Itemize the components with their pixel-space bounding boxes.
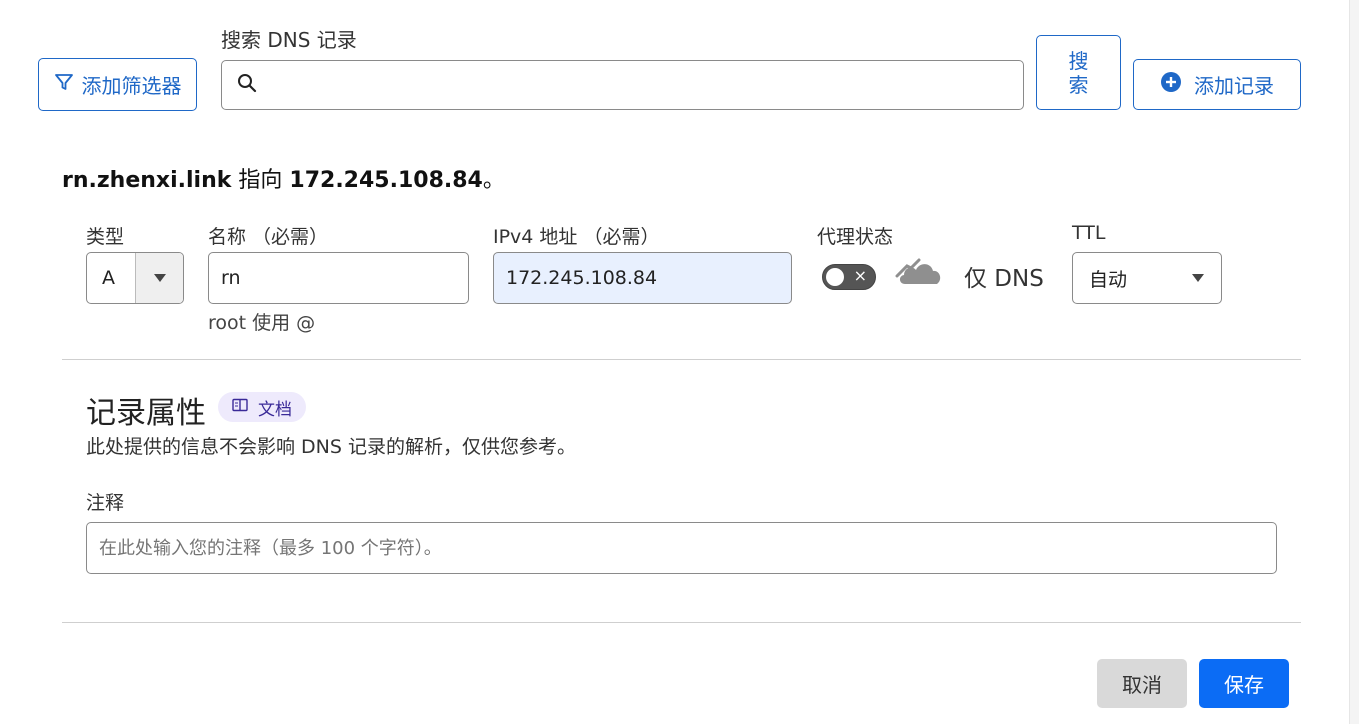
book-icon — [232, 397, 248, 417]
attributes-description: 此处提供的信息不会影响 DNS 记录的解析，仅供您参考。 — [86, 436, 576, 458]
docs-link[interactable]: 文档 — [218, 392, 306, 422]
record-summary-end: 。 — [482, 168, 505, 193]
add-filter-button[interactable]: 添加筛选器 — [38, 58, 197, 111]
proxy-toggle[interactable]: × — [822, 264, 876, 290]
comment-input[interactable] — [87, 537, 1276, 559]
docs-link-label: 文档 — [258, 399, 292, 420]
type-select[interactable]: A — [86, 252, 184, 304]
attributes-title: 记录属性 — [86, 396, 206, 431]
cloud-icon — [895, 254, 945, 292]
add-filter-label: 添加筛选器 — [81, 74, 182, 98]
search-button-label-bottom: 索 — [1068, 72, 1089, 97]
search-label: 搜索 DNS 记录 — [221, 28, 357, 52]
plus-circle-icon — [1160, 71, 1182, 98]
save-button[interactable]: 保存 — [1199, 659, 1289, 708]
type-dropdown-button[interactable] — [135, 253, 183, 303]
record-ip: 172.245.108.84 — [289, 168, 483, 193]
filter-icon — [54, 72, 74, 97]
caret-down-icon — [153, 274, 166, 282]
caret-down-icon — [1192, 274, 1204, 282]
divider-top — [62, 359, 1301, 360]
search-button-label-top: 搜 — [1068, 48, 1089, 73]
ttl-value: 自动 — [1089, 268, 1128, 291]
search-button[interactable]: 搜 索 — [1036, 35, 1121, 110]
ipv4-field[interactable] — [493, 252, 792, 304]
search-icon — [236, 72, 258, 98]
name-input[interactable] — [209, 267, 468, 289]
comment-label: 注释 — [86, 492, 125, 514]
toggle-knob — [826, 268, 844, 286]
type-value: A — [102, 267, 115, 289]
search-input[interactable] — [268, 74, 1023, 96]
record-name: rn.zhenxi.link — [62, 168, 232, 193]
ipv4-label: IPv4 地址 （必需） — [493, 226, 660, 248]
type-label: 类型 — [86, 226, 125, 248]
name-label: 名称 （必需） — [208, 226, 329, 248]
scrollbar[interactable] — [1349, 0, 1359, 724]
proxy-status-text: 仅 DNS — [964, 266, 1044, 292]
ipv4-input[interactable] — [494, 267, 791, 289]
ttl-label: TTL — [1072, 222, 1106, 244]
record-points-to: 指向 — [231, 168, 290, 193]
record-summary: rn.zhenxi.link 指向 172.245.108.84。 — [62, 162, 505, 194]
comment-field[interactable] — [86, 522, 1277, 574]
toggle-off-icon: × — [853, 266, 867, 285]
divider-bottom — [62, 622, 1301, 623]
cancel-button[interactable]: 取消 — [1097, 659, 1187, 708]
search-field[interactable] — [221, 60, 1024, 110]
ttl-select[interactable]: 自动 — [1072, 252, 1222, 304]
add-record-label: 添加记录 — [1194, 74, 1274, 98]
proxy-status-label: 代理状态 — [817, 226, 894, 248]
add-record-button[interactable]: 添加记录 — [1133, 59, 1301, 110]
name-hint: root 使用 @ — [208, 312, 316, 334]
name-field[interactable] — [208, 252, 469, 304]
